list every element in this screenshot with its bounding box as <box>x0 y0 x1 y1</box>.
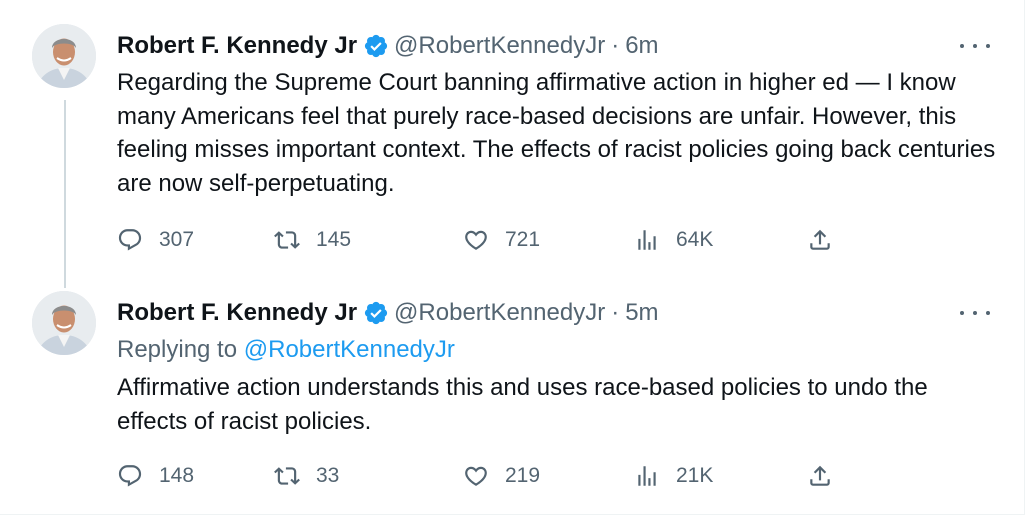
separator-dot: · <box>611 32 620 59</box>
replying-to-label: Replying to <box>117 336 238 363</box>
retweet-icon <box>274 467 300 485</box>
tweet-timestamp[interactable]: 6m <box>625 32 658 60</box>
heart-icon <box>465 466 487 486</box>
more-icon[interactable] <box>960 303 990 323</box>
like-button[interactable]: 219 <box>463 459 540 493</box>
avatar-image <box>32 291 96 355</box>
share-icon <box>810 465 830 486</box>
views-count: 21K <box>676 464 714 487</box>
more-icon[interactable] <box>960 36 990 56</box>
author-name[interactable]: Robert F. Kennedy Jr <box>117 32 357 60</box>
tweet-actions: 307 145 721 64K <box>117 223 847 257</box>
reply-button[interactable]: 148 <box>117 459 194 493</box>
retweet-button[interactable]: 33 <box>274 459 339 493</box>
like-button[interactable]: 721 <box>463 223 540 257</box>
reply-button[interactable]: 307 <box>117 223 194 257</box>
views-button[interactable]: 21K <box>634 459 713 493</box>
views-count: 64K <box>676 228 714 251</box>
separator-dot: · <box>611 299 620 326</box>
author-name[interactable]: Robert F. Kennedy Jr <box>117 299 357 327</box>
avatar-image <box>32 24 96 88</box>
like-count: 721 <box>505 228 541 251</box>
reply-icon <box>118 465 142 487</box>
author-handle[interactable]: @RobertKennedyJr <box>394 32 605 60</box>
retweet-button[interactable]: 145 <box>274 223 351 257</box>
verified-badge-icon <box>364 34 388 58</box>
tweet-header: Robert F. Kennedy Jr @RobertKennedyJr · … <box>117 30 659 62</box>
reply-icon <box>118 229 142 251</box>
retweet-count: 33 <box>316 464 340 487</box>
views-icon <box>638 466 656 486</box>
views-button[interactable]: 64K <box>634 223 713 257</box>
avatar[interactable] <box>32 24 96 88</box>
share-button[interactable] <box>807 223 833 257</box>
verified-badge-icon <box>364 301 388 325</box>
retweet-icon <box>274 231 300 249</box>
tweet-text: Regarding the Supreme Court banning affi… <box>117 69 996 197</box>
like-count: 219 <box>505 464 541 487</box>
tweet-text: Affirmative action understands this and … <box>117 374 928 435</box>
share-button[interactable] <box>807 459 833 493</box>
author-handle[interactable]: @RobertKennedyJr <box>394 299 605 327</box>
thread-connector-line <box>64 100 66 288</box>
retweet-count: 145 <box>316 228 352 251</box>
tweet-timestamp[interactable]: 5m <box>625 299 658 327</box>
views-icon <box>638 230 656 250</box>
replying-to-handle-link[interactable]: @RobertKennedyJr <box>244 336 455 363</box>
reply-count: 307 <box>159 228 195 251</box>
heart-icon <box>465 230 487 250</box>
tweet-actions: 148 33 219 21K <box>117 459 847 493</box>
avatar[interactable] <box>32 291 96 355</box>
tweet-thread: Robert F. Kennedy Jr @RobertKennedyJr · … <box>0 0 1025 515</box>
share-icon <box>810 229 830 250</box>
replying-to: Replying to @RobertKennedyJr <box>117 336 455 364</box>
tweet-header: Robert F. Kennedy Jr @RobertKennedyJr · … <box>117 297 659 329</box>
reply-count: 148 <box>159 464 195 487</box>
